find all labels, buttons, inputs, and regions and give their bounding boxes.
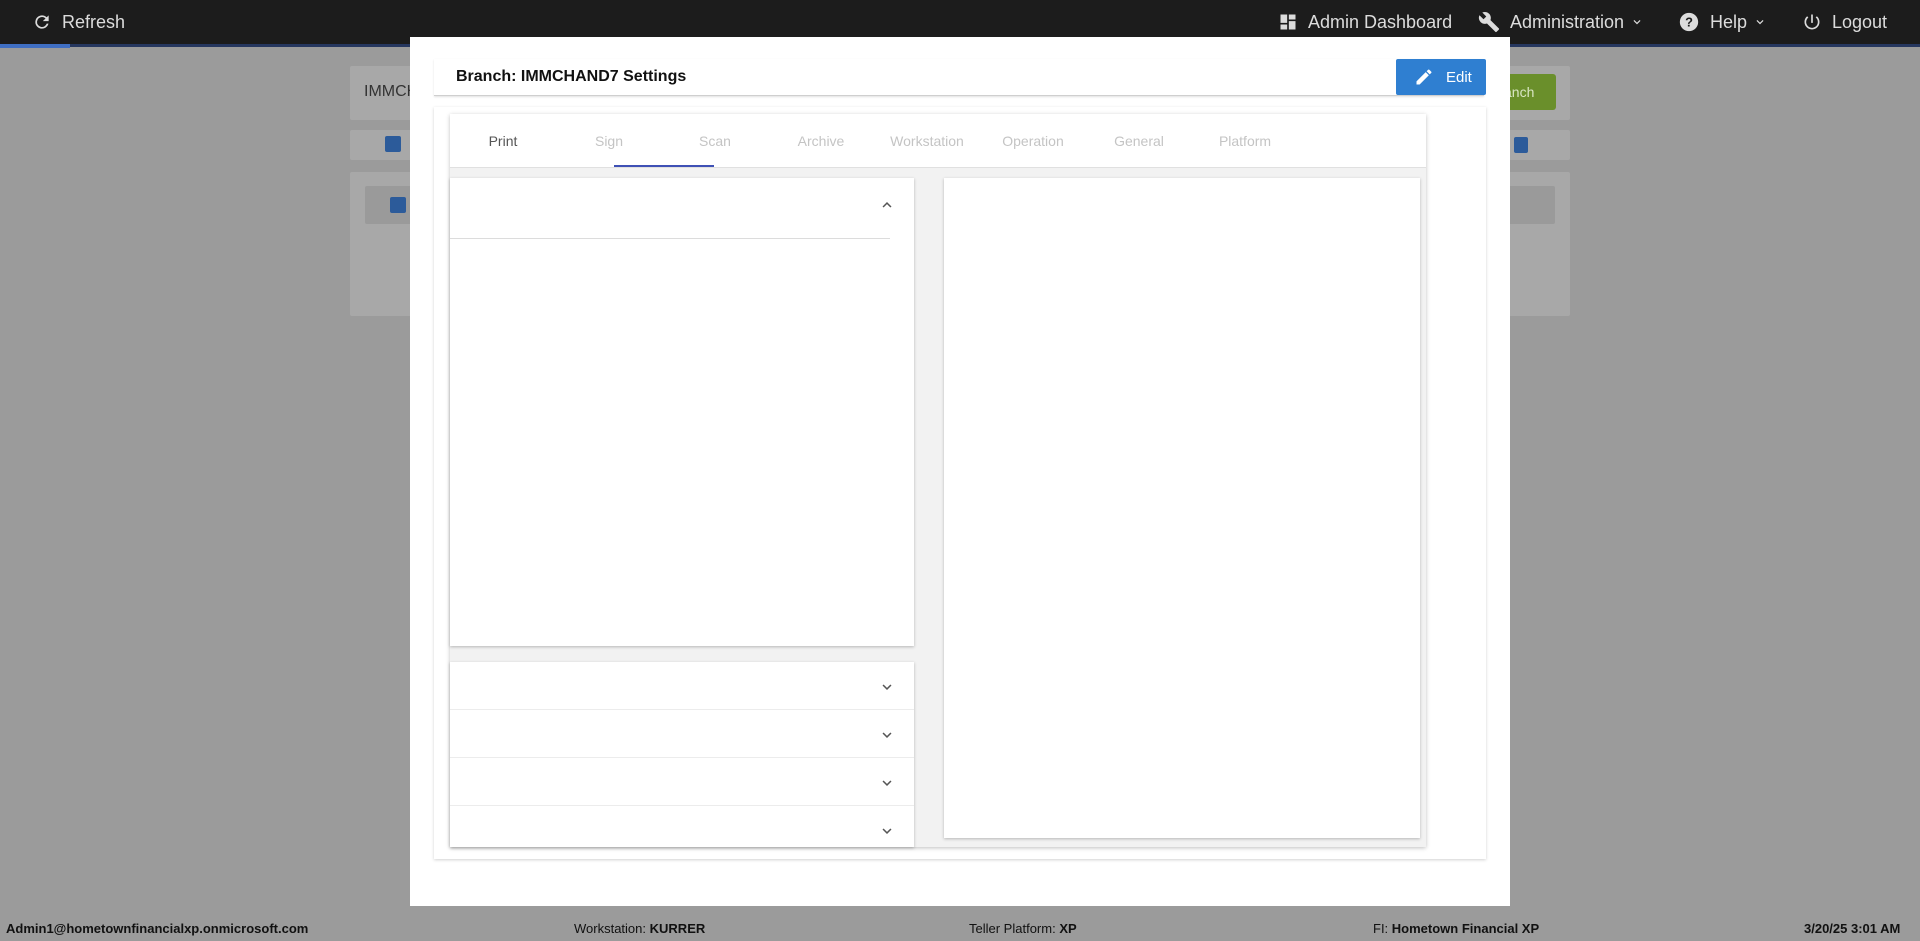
chevron-down-icon <box>882 732 892 738</box>
status-bar: Admin1@hometownfinancialxp.onmicrosoft.c… <box>0 916 1920 941</box>
section-divider <box>450 238 890 239</box>
collapsed-section[interactable] <box>450 710 914 758</box>
dashboard-icon <box>1280 14 1296 30</box>
settings-detail-panel <box>944 178 1420 838</box>
refresh-button[interactable]: Refresh <box>32 0 125 44</box>
power-icon <box>1804 14 1820 30</box>
branch-settings-dialog: Branch: IMMCHAND7 Settings Edit Print Si… <box>410 37 1510 906</box>
status-user-value: Admin1@hometownfinancialxp.onmicrosoft.c… <box>6 921 309 936</box>
collapsed-section[interactable] <box>450 806 914 847</box>
status-fi: FI: Hometown Financial XP <box>1373 921 1539 936</box>
dialog-title: Branch: IMMCHAND7 Settings <box>456 68 687 85</box>
tab-platform[interactable]: Platform <box>1192 114 1298 168</box>
wrench-icon <box>1478 12 1500 33</box>
status-workstation-label: Workstation: <box>574 921 647 936</box>
collapsed-section[interactable] <box>450 758 914 806</box>
help-label: Help <box>1710 11 1748 32</box>
status-datetime: 3/20/25 3:01 AM <box>1804 921 1900 936</box>
admin-dashboard-label: Admin Dashboard <box>1308 11 1453 32</box>
status-user: Admin1@hometownfinancialxp.onmicrosoft.c… <box>6 921 308 936</box>
expanded-settings-section <box>450 178 914 646</box>
status-platform-value: XP <box>1059 921 1077 936</box>
tab-sign[interactable]: Sign <box>556 114 662 168</box>
refresh-icon <box>35 15 49 29</box>
nav-accent-bar <box>0 44 70 48</box>
edit-label: Edit <box>1446 68 1472 86</box>
chevron-down-icon <box>882 780 892 786</box>
chevron-down-icon <box>882 828 892 834</box>
tab-scan[interactable]: Scan <box>662 114 768 168</box>
tab-general[interactable]: General <box>1086 114 1192 168</box>
dialog-header: Branch: IMMCHAND7 Settings <box>434 59 1484 96</box>
pencil-icon <box>1416 69 1432 85</box>
chevron-down-icon <box>882 684 892 690</box>
administration-label: Administration <box>1510 11 1625 32</box>
svg-text:?: ? <box>1685 15 1693 30</box>
settings-tabs-panel: Print Sign Scan Archive Workstation Oper… <box>450 114 1426 847</box>
status-platform: Teller Platform: XP <box>969 921 1077 936</box>
tab-operation[interactable]: Operation <box>980 114 1086 168</box>
background-trash-icon <box>1514 137 1528 153</box>
tab-archive[interactable]: Archive <box>768 114 874 168</box>
settings-tab-bar: Print Sign Scan Archive Workstation Oper… <box>450 114 1426 168</box>
tab-workstation[interactable]: Workstation <box>874 114 980 168</box>
status-fi-value: Hometown Financial XP <box>1391 921 1540 936</box>
chevron-up-icon[interactable] <box>878 196 896 214</box>
tab-print[interactable]: Print <box>450 114 556 168</box>
logout-label: Logout <box>1832 11 1888 32</box>
edit-button[interactable]: Edit <box>1396 59 1486 95</box>
active-tab-indicator <box>614 165 714 167</box>
background-row-checkbox <box>390 197 406 213</box>
status-datetime-value: 3/20/25 3:01 AM <box>1804 921 1901 936</box>
dialog-body: Print Sign Scan Archive Workstation Oper… <box>434 107 1486 859</box>
status-platform-label: Teller Platform: <box>969 921 1056 936</box>
status-workstation-value: KURRER <box>649 921 706 936</box>
status-fi-label: FI: <box>1373 921 1389 936</box>
chevron-down-icon <box>1756 20 1764 25</box>
background-select-all-checkbox <box>385 136 401 152</box>
help-menu[interactable]: ? Help <box>1678 0 1767 44</box>
chevron-down-icon <box>1633 20 1641 25</box>
collapsed-sections-list <box>450 662 914 847</box>
help-icon: ? <box>1679 12 1699 32</box>
logout-button[interactable]: Logout <box>1802 0 1887 44</box>
refresh-label: Refresh <box>62 11 126 32</box>
collapsed-section[interactable] <box>450 662 914 710</box>
status-workstation: Workstation: KURRER <box>574 921 705 936</box>
